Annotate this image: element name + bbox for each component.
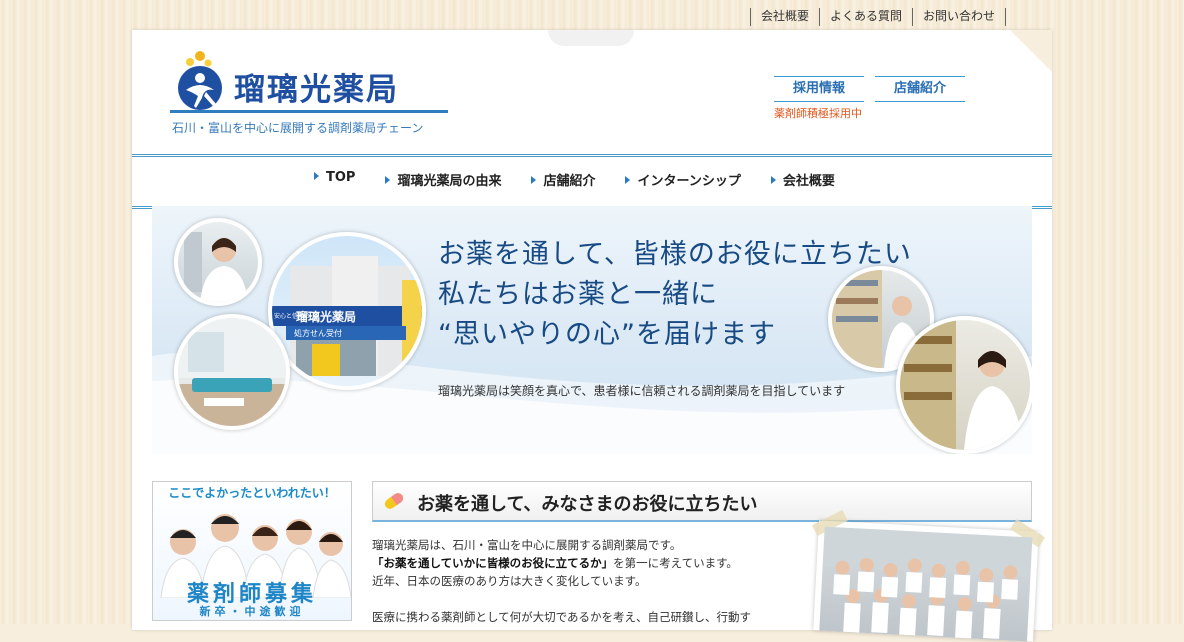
nav-item-top[interactable]: TOP [314,170,355,189]
hero-subtext: 瑠璃光薬局は笑顔を真心で、患者様に信頼される調剤薬局を目指しています [438,384,846,398]
staff-group-photo [812,509,1046,642]
nav-item-stores[interactable]: 店舗紹介 [531,170,595,189]
nav-label: TOP [326,170,356,185]
hero-headline-3: “思いやりの心”を届けます [438,319,776,350]
stores-button[interactable]: 店舗紹介 [875,76,965,102]
nav-item-internship[interactable]: インターンシップ [625,170,741,189]
triangle-right-icon [531,176,537,184]
header-notch [548,30,634,46]
page-curl [1010,30,1052,72]
logo-name: 瑠璃光薬局 [234,72,399,108]
triangle-right-icon [625,176,631,184]
hero-headline-2: 私たちはお薬と一緒に [438,279,718,310]
body-paragraph: 「お薬を通していかに皆様のお役に立てるか」を第一に考えています。 [372,554,792,572]
section-title: お薬を通して、みなさまのお役に立ちたい [417,494,758,515]
storefront-photo: 瑠璃光薬局 安心と信頼の 処方せん受付 [268,232,426,390]
photo-content [819,526,1033,642]
logo-tagline: 石川・富山を中心に展開する調剤薬局チェーン [172,121,424,135]
pharmacist-photo [174,218,262,306]
triangle-right-icon [770,176,776,184]
section-header: お薬を通して、みなさまのお役に立ちたい [372,481,1032,522]
body-paragraph: 瑠璃光薬局は、石川・富山を中心に展開する調剤薬局です。 [372,538,682,552]
body-paragraph: 医療に携わる薬剤師として何が大切であるかを考え、自己研鑚し、行動す [372,610,752,624]
nav-label: インターンシップ [637,174,741,189]
recruit-banner[interactable]: ここでよかったといわれたい！ 薬剤師募集 新卒・中途歓迎 [152,481,352,621]
logo-underline [170,110,448,113]
recruit-banner-subtitle: 新卒・中途歓迎 [199,605,305,618]
body-paragraph-rest: を第一に考えています。 [613,556,738,570]
nav-label: 瑠璃光薬局の由来 [397,174,502,189]
nav-label: 店舗紹介 [543,174,596,189]
capsule-icon [384,493,404,509]
storefront-rx: 処方せん受付 [294,329,342,338]
utility-links: 会社概要 よくある質問 お問い合わせ [750,8,1007,26]
triangle-right-icon [385,176,391,184]
pharmacist-working-photo [896,316,1032,454]
body-paragraph: 近年、日本の医療のあり方は大きく変化しています。 [372,574,647,588]
top-link-company[interactable]: 会社概要 [750,8,819,26]
main-nav: TOP 瑠璃光薬局の由来 店舗紹介 インターンシップ 会社概要 [132,154,1052,209]
recruit-button[interactable]: 採用情報 [774,76,864,102]
recruit-note: 薬剤師積極採用中 [774,107,862,120]
waiting-room-photo [174,314,290,430]
nav-item-origin[interactable]: 瑠璃光薬局の由来 [385,170,501,189]
section-body: 瑠璃光薬局は、石川・富山を中心に展開する調剤薬局です。 「お薬を通していかに皆様… [372,536,792,626]
nav-label: 会社概要 [782,174,835,189]
nav-item-company[interactable]: 会社概要 [770,170,835,189]
site-logo[interactable]: 瑠璃光薬局 石川・富山を中心に展開する調剤薬局チェーン [170,50,450,136]
logo-mark-icon [178,51,222,110]
body-emphasis: 「お薬を通していかに皆様のお役に立てるか」 [372,556,614,570]
triangle-right-icon [314,172,319,180]
hero-banner: 瑠璃光薬局 安心と信頼の 処方せん受付 お薬を通して、皆様のお役に立ちたい 私た… [152,206,1032,454]
top-link-contact[interactable]: お問い合わせ [912,8,1007,26]
top-link-faq[interactable]: よくある質問 [819,8,912,26]
storefront-small: 安心と信頼の [274,313,311,320]
hero-headline-1: お薬を通して、皆様のお役に立ちたい [438,239,912,270]
